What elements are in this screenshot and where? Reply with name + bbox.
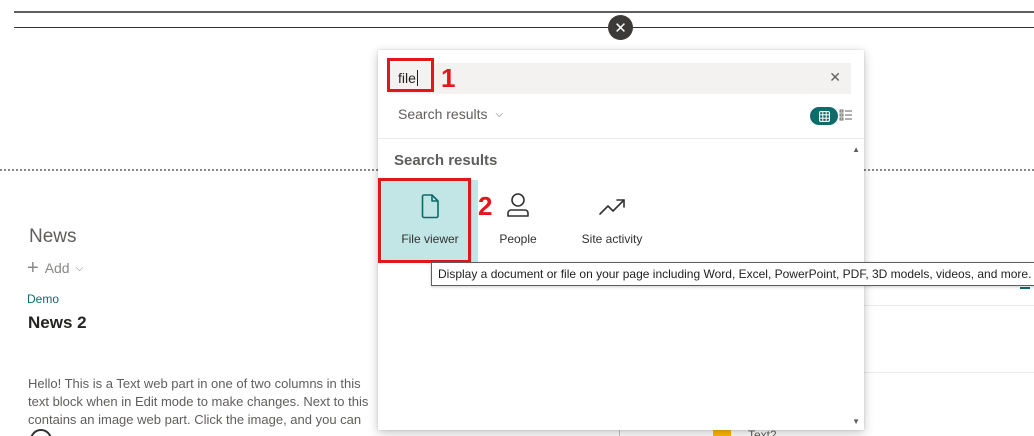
tile-label: People	[499, 232, 537, 246]
web-part-tile-site-activity[interactable]: Site activity	[564, 180, 660, 262]
news-category-label: Demo	[27, 292, 60, 306]
close-icon: ✕	[829, 69, 841, 85]
close-icon: ✕	[614, 19, 627, 37]
grid-icon	[818, 110, 830, 122]
chevron-down-icon: ⌵	[495, 108, 504, 120]
text-line: text block when in Edit mode to make cha…	[28, 394, 369, 409]
annotation-number-2: 2	[478, 191, 493, 221]
news-section-title: News	[29, 226, 77, 247]
person-icon	[507, 193, 529, 217]
results-filter-dropdown[interactable]: Search results ⌵	[398, 106, 503, 122]
search-input[interactable]: file ✕	[388, 63, 851, 94]
annotation-number-1: 1	[441, 63, 456, 93]
plus-icon: +	[27, 257, 39, 279]
close-toolbox-button[interactable]: ✕	[608, 15, 633, 40]
list-view-toggle[interactable]	[839, 108, 855, 124]
clear-search-button[interactable]: ✕	[829, 69, 841, 86]
toolbox-divider	[378, 138, 864, 139]
scroll-up-arrow-icon[interactable]: ▲	[852, 145, 860, 154]
add-label: Add	[44, 260, 70, 276]
grid-view-toggle[interactable]	[810, 107, 838, 125]
text-line: contains an image web part. Click the im…	[28, 412, 362, 427]
search-results-heading: Search results	[394, 152, 498, 169]
scroll-down-arrow-icon[interactable]: ▼	[852, 417, 860, 426]
list-icon	[839, 109, 852, 121]
list-divider	[864, 305, 1034, 306]
tile-label: Site activity	[581, 232, 643, 246]
annotation-box-1	[387, 58, 434, 92]
news-item-title[interactable]: News 2	[28, 313, 87, 333]
add-news-button[interactable]: + Add ⌵	[27, 257, 84, 279]
annotation-box-2	[378, 178, 471, 263]
top-border-line	[14, 11, 1034, 13]
avatar	[30, 429, 52, 436]
link-underline	[1020, 287, 1030, 289]
list-divider	[864, 372, 1034, 373]
web-part-toolbox: file ✕ 1 Search results ⌵ ▲ ▼ Search res…	[378, 50, 864, 430]
folder-icon	[713, 429, 731, 436]
section-border-line	[14, 27, 1034, 28]
file-viewer-tooltip: Display a document or file on your page …	[431, 262, 1034, 286]
text-line: Hello! This is a Text web part in one of…	[28, 376, 361, 391]
results-filter-label: Search results	[398, 106, 488, 122]
text-web-part[interactable]: Hello! This is a Text web part in one of…	[28, 375, 378, 429]
chevron-down-icon: ⌵	[75, 262, 84, 274]
trending-icon	[599, 199, 625, 215]
